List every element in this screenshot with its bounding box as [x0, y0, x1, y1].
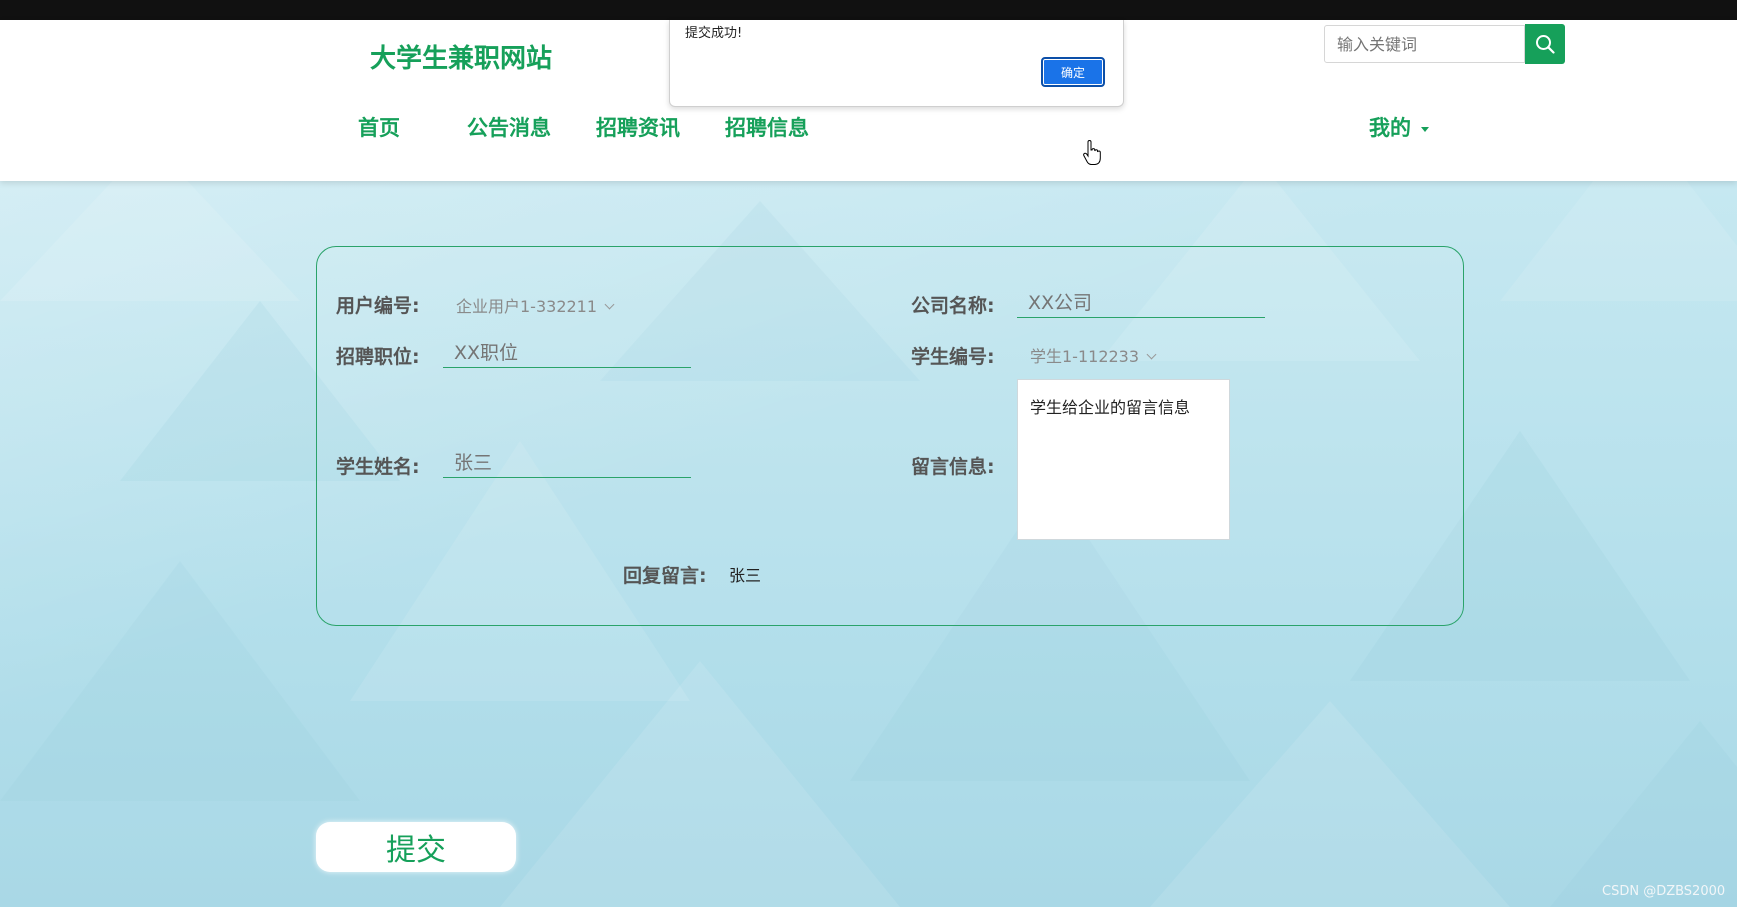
student-id-label: 学生编号: [911, 346, 995, 368]
nav-mine-label: 我的 [1369, 116, 1411, 140]
search-icon [1536, 35, 1555, 54]
submit-button[interactable]: 提交 [316, 822, 516, 872]
browser-top-bar [0, 0, 1737, 20]
nav-home[interactable]: 首页 [358, 112, 400, 142]
search-button[interactable] [1525, 24, 1565, 64]
company-name-label: 公司名称: [911, 295, 995, 317]
message-textarea[interactable]: 学生给企业的留言信息 [1017, 379, 1230, 540]
position-input[interactable] [443, 338, 691, 368]
student-id-select[interactable]: 学生1-112233 [1030, 343, 1157, 367]
company-name-input[interactable] [1017, 288, 1265, 318]
nav-notices[interactable]: 公告消息 [467, 112, 551, 142]
nav-mine-dropdown[interactable]: 我的 [1369, 112, 1429, 142]
site-title[interactable]: 大学生兼职网站 [370, 38, 552, 75]
caret-down-icon [1421, 126, 1429, 132]
chevron-down-icon [604, 299, 615, 310]
student-name-label: 学生姓名: [336, 456, 420, 478]
chevron-down-icon [1146, 349, 1157, 360]
reply-value: 张三 [729, 566, 762, 585]
alert-message: 提交成功! [685, 26, 743, 41]
student-name-input[interactable] [443, 448, 691, 478]
user-id-label: 用户编号: [336, 295, 420, 317]
nav-job-news[interactable]: 招聘资讯 [596, 112, 680, 142]
watermark: CSDN @DZBS2000 [1602, 884, 1726, 899]
search-input[interactable] [1324, 25, 1525, 63]
reply-label: 回复留言: [623, 565, 707, 587]
user-id-value: 企业用户1-332211 [456, 297, 598, 316]
message-label: 留言信息: [911, 456, 995, 478]
alert-ok-button[interactable]: 确定 [1041, 57, 1105, 87]
hand-pointer-icon [1083, 140, 1101, 165]
student-id-value: 学生1-112233 [1030, 347, 1140, 366]
nav-job-info[interactable]: 招聘信息 [725, 112, 809, 142]
alert-dialog: 提交成功! 确定 [669, 20, 1124, 107]
position-label: 招聘职位: [336, 346, 420, 368]
user-id-select[interactable]: 企业用户1-332211 [456, 293, 615, 317]
